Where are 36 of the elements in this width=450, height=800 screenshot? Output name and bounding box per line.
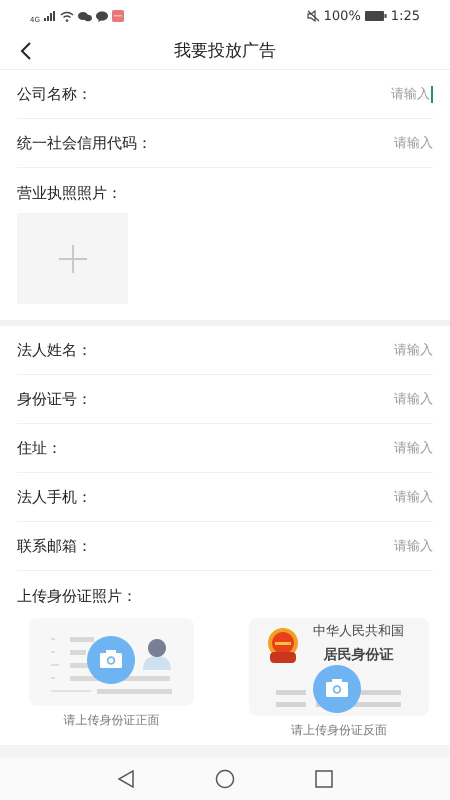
national-emblem-icon (266, 628, 300, 664)
upload-caption: 请上传身份证反面 (291, 722, 387, 739)
field-label: 住址： (17, 438, 62, 458)
field-label: 身份证号： (17, 390, 92, 408)
field-label: 法人手机： (17, 488, 92, 506)
input-field[interactable]: 请输入 (373, 390, 433, 408)
field-label: 公司名称： (17, 84, 92, 104)
text-cursor (431, 86, 433, 102)
field-label: 上传身份证照片： (17, 586, 138, 607)
input-field[interactable]: 请输入 (373, 340, 433, 360)
battery-percent: 100% (324, 8, 361, 24)
recents-nav-button[interactable] (315, 770, 333, 788)
input-field[interactable]: 请输入 (370, 84, 430, 104)
input-field[interactable]: 请输入 (373, 488, 433, 506)
input-field[interactable]: 请输入 (373, 134, 433, 152)
message-icon (96, 10, 108, 22)
field-label: 法人姓名： (17, 340, 92, 360)
mute-icon (306, 10, 320, 22)
field-label: 联系邮箱： (17, 536, 92, 556)
upload-caption: 请上传身份证正面 (64, 712, 160, 729)
signal-icon (44, 11, 56, 21)
home-nav-button[interactable] (215, 769, 235, 789)
page-title: 我要投放广告 (174, 40, 276, 62)
chevron-left-icon[interactable] (20, 40, 32, 60)
field-label: 统一社会信用代码： (17, 134, 152, 152)
app-notification-icon (112, 10, 124, 22)
input-field[interactable]: 请输入 (373, 438, 433, 458)
wifi-icon (60, 10, 74, 22)
battery-icon (364, 11, 387, 21)
back-nav-button[interactable] (117, 770, 135, 788)
field-label: 营业执照照片： (17, 183, 123, 204)
chat-bubbles-icon (78, 10, 92, 22)
input-field[interactable]: 请输入 (373, 536, 433, 556)
card-text: 中华人民共和国 (313, 623, 404, 640)
card-text: 居民身份证 (324, 646, 394, 664)
status-time: 1:25 (390, 8, 420, 24)
